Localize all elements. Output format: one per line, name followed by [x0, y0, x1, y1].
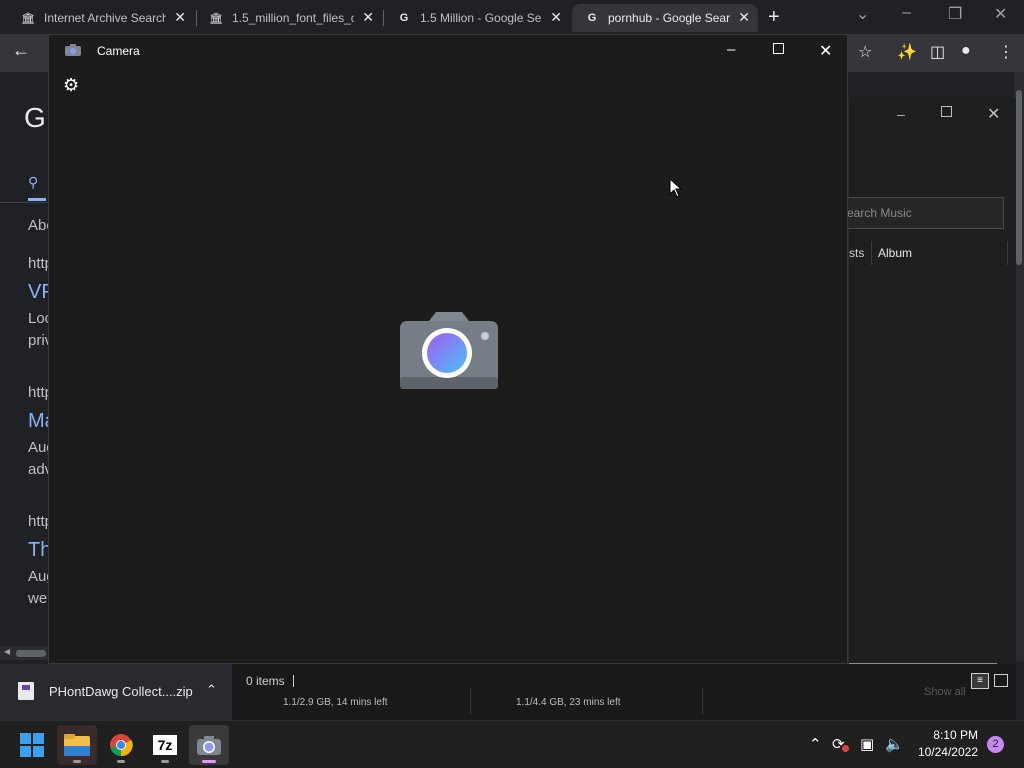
music-maximize-button[interactable]	[941, 106, 952, 117]
start-button[interactable]	[12, 725, 52, 765]
google-logo: G	[24, 102, 46, 133]
download-progress-1: 1.1/2.9 GB, 14 mins left	[283, 697, 388, 708]
google-icon: G	[399, 12, 409, 24]
music-minimize-button[interactable]: –	[897, 106, 905, 122]
google-icon: G	[587, 12, 597, 24]
tab-search-chevron-icon[interactable]: ⌄	[856, 4, 869, 24]
profile-avatar-icon[interactable]: ●	[961, 42, 971, 60]
menu-kebab-icon[interactable]: ⋮	[998, 42, 1014, 62]
tab-title: Internet Archive Search	[44, 11, 166, 25]
bookmark-star-icon[interactable]: ☆	[858, 42, 872, 62]
chrome-icon	[110, 734, 133, 757]
chevron-up-icon[interactable]: ⌃	[809, 735, 822, 753]
details-view-icon[interactable]: ≡	[971, 673, 989, 689]
music-column-artists[interactable]: sts	[849, 246, 864, 260]
download-shelf: PHontDawg Collect....zip ⌃	[0, 664, 232, 720]
scrollbar-thumb[interactable]	[16, 650, 46, 657]
running-indicator	[161, 760, 169, 763]
close-button[interactable]: ✕	[819, 41, 832, 61]
items-count: 0 items	[246, 674, 285, 688]
tab-google-active[interactable]: G pornhub - Google Sear ✕	[572, 4, 758, 32]
column-divider	[1007, 241, 1008, 265]
camera-logo-icon	[400, 312, 498, 389]
running-indicator	[73, 760, 81, 763]
gear-icon[interactable]: ⚙	[63, 75, 79, 96]
chevron-up-icon[interactable]: ⌃	[206, 682, 217, 698]
folder-icon	[64, 734, 90, 756]
camera-taskbar-button[interactable]	[189, 725, 229, 765]
music-close-button[interactable]: ✕	[987, 104, 1000, 124]
divider	[0, 202, 48, 203]
close-button[interactable]: ✕	[994, 4, 1007, 24]
seven-zip-icon: 7z	[153, 735, 177, 755]
browser-tab-strip: 🏛 Internet Archive Search ✕ 🏛 1.5_millio…	[0, 0, 1024, 34]
download-progress-2: 1.1/4.4 GB, 23 mins left	[516, 697, 621, 708]
close-icon[interactable]: ✕	[174, 9, 186, 26]
scroll-left-icon[interactable]: ◀	[4, 647, 10, 656]
zip-file-icon	[18, 682, 34, 700]
extensions-puzzle-icon[interactable]: ✨	[897, 42, 917, 62]
divider	[702, 688, 703, 714]
maximize-button[interactable]	[773, 43, 784, 54]
camera-app-window: Camera – ✕ ⚙	[48, 34, 848, 664]
restore-button[interactable]: ❐	[948, 4, 962, 24]
archive-icon: 🏛	[21, 12, 35, 25]
volume-icon[interactable]: 🔈	[885, 735, 904, 753]
close-icon[interactable]: ✕	[362, 9, 374, 26]
tab-title: 1.5 Million - Google Se	[420, 11, 542, 25]
status-separator	[293, 675, 294, 687]
music-column-album[interactable]: Album	[878, 246, 912, 260]
mouse-cursor-icon	[669, 178, 683, 198]
notification-badge[interactable]: 2	[987, 736, 1004, 753]
close-icon[interactable]: ✕	[550, 9, 562, 26]
music-app-window: – ✕ sts Album	[848, 98, 1016, 665]
file-explorer-button[interactable]	[57, 725, 97, 765]
tab-font-files[interactable]: 🏛 1.5_million_font_files_co ✕	[196, 4, 382, 32]
clock-date: 10/24/2022	[917, 745, 978, 759]
clock[interactable]: 8:10 PM 10/24/2022	[904, 727, 978, 761]
clock-time: 8:10 PM	[933, 728, 978, 742]
chrome-button[interactable]	[101, 725, 141, 765]
tab-internet-archive[interactable]: 🏛 Internet Archive Search ✕	[8, 4, 194, 32]
large-icons-view-icon[interactable]	[994, 674, 1008, 687]
windows-icon	[20, 733, 44, 757]
archive-icon: 🏛	[209, 12, 223, 25]
minimize-button[interactable]: –	[727, 41, 735, 58]
tab-title: pornhub - Google Sear	[608, 11, 730, 25]
camera-icon	[197, 736, 221, 755]
divider	[470, 688, 471, 714]
network-icon[interactable]: ▣	[860, 735, 874, 753]
active-indicator	[202, 760, 216, 763]
seven-zip-button[interactable]: 7z	[145, 725, 185, 765]
active-tab-indicator	[28, 198, 46, 201]
music-search-input[interactable]: earch Music	[838, 197, 1004, 229]
camera-app-icon	[65, 44, 81, 56]
show-all-button[interactable]: Show all	[924, 686, 966, 698]
file-explorer-status: 0 items 1.1/2.9 GB, 14 mins left 1.1/4.4…	[232, 664, 1016, 720]
sync-error-badge	[842, 745, 849, 752]
taskbar: 7z ⌃ ⟳ ▣ 🔈 8:10 PM 10/24/2022 2	[0, 720, 1024, 768]
new-tab-button[interactable]: +	[768, 6, 780, 29]
tab-title: 1.5_million_font_files_co	[232, 11, 354, 25]
minimize-button[interactable]: –	[902, 4, 911, 22]
search-tab-icon[interactable]: ⚲	[28, 174, 38, 191]
column-divider	[871, 241, 872, 265]
page-scrollbar-thumb[interactable]	[1016, 90, 1022, 265]
tab-google-1-5-million[interactable]: G 1.5 Million - Google Se ✕	[384, 4, 570, 32]
running-indicator	[117, 760, 125, 763]
horizontal-scrollbar[interactable]: ◀	[0, 646, 48, 660]
back-arrow-icon[interactable]: ←	[12, 40, 30, 61]
download-file-name[interactable]: PHontDawg Collect....zip	[49, 684, 193, 699]
side-panel-icon[interactable]: ◫	[930, 42, 945, 62]
close-icon[interactable]: ✕	[738, 9, 750, 26]
window-title: Camera	[97, 44, 140, 58]
camera-title-bar[interactable]: Camera – ✕	[49, 35, 847, 67]
